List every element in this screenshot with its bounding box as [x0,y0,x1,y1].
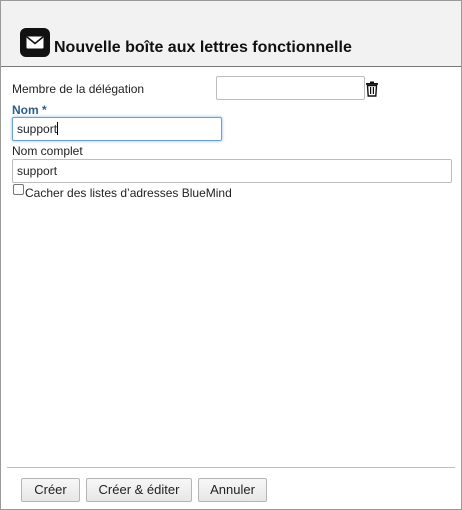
mailbox-icon [20,28,50,57]
cancel-button[interactable]: Annuler [198,478,267,502]
delegation-input[interactable] [216,76,365,100]
footer-divider [7,467,455,468]
name-label: Nom * [12,103,47,117]
dialog-title: Nouvelle boîte aux lettres fonctionnelle [54,39,352,56]
name-value: support [17,122,58,136]
dialog-header: Nouvelle boîte aux lettres fonctionnelle [1,1,461,67]
delegation-label: Membre de la délégation [12,82,145,96]
name-input[interactable]: support [12,117,222,141]
fullname-label: Nom complet [12,144,83,158]
create-edit-button[interactable]: Créer & éditer [86,478,192,502]
hide-label: Cacher des listes d’adresses BlueMind [25,186,232,200]
create-button[interactable]: Créer [21,478,80,502]
mailbox-dialog: Nouvelle boîte aux lettres fonctionnelle… [0,0,462,510]
text-caret [57,122,59,135]
trash-icon[interactable] [365,81,379,97]
fullname-input[interactable]: support [12,159,452,183]
hide-checkbox[interactable] [13,184,24,195]
